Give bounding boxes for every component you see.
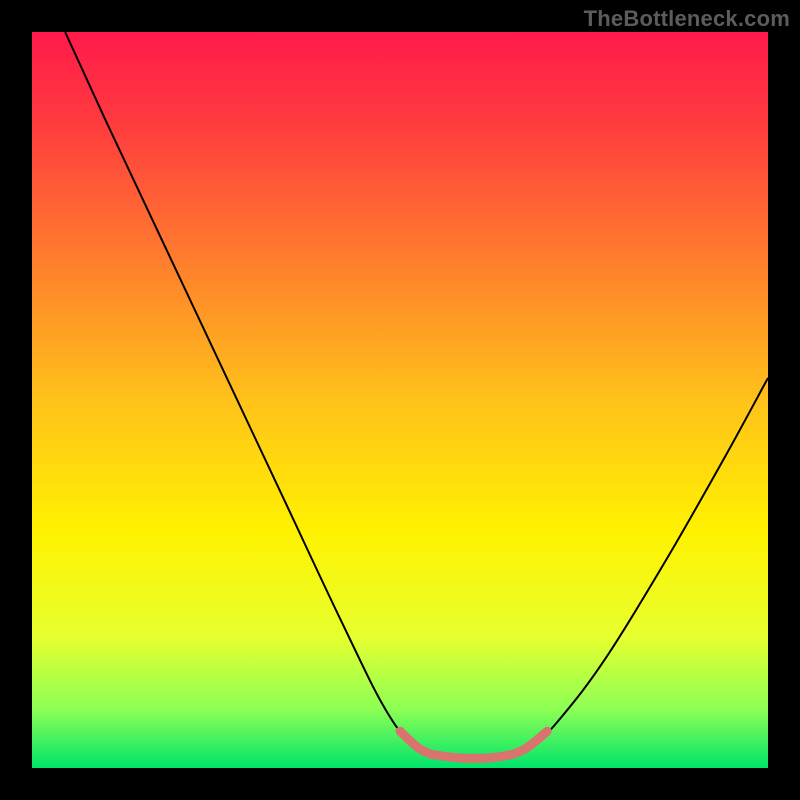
plot-area <box>32 32 768 768</box>
watermark-text: TheBottleneck.com <box>584 6 790 32</box>
gradient-background <box>32 32 768 768</box>
chart-svg <box>32 32 768 768</box>
chart-container: TheBottleneck.com <box>0 0 800 800</box>
